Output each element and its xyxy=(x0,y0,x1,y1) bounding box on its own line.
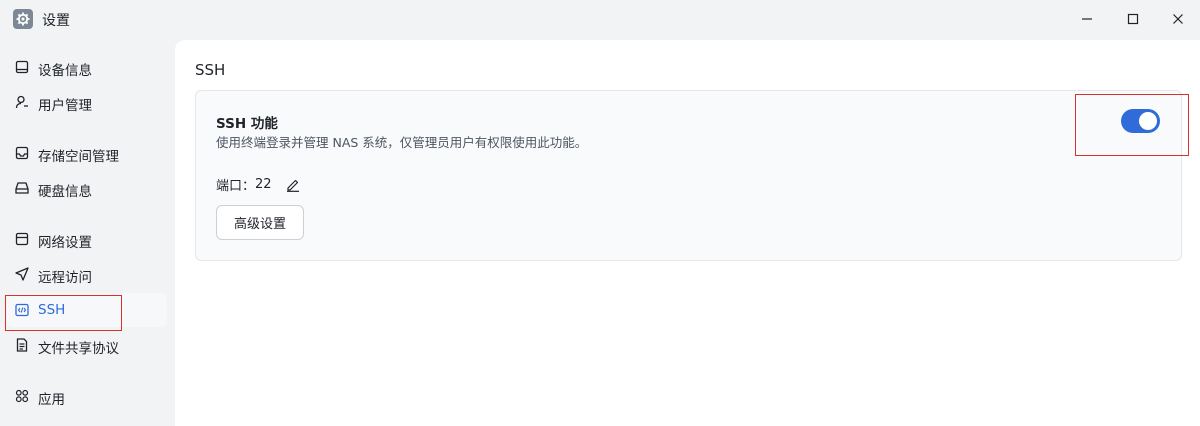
close-icon[interactable] xyxy=(1168,9,1188,29)
sidebar-item-label: 存储空间管理 xyxy=(38,149,119,165)
gear-icon xyxy=(13,9,33,29)
storage-icon xyxy=(15,146,29,160)
document-icon xyxy=(15,338,29,352)
network-icon xyxy=(15,232,29,246)
sidebar-item-network[interactable]: 网络设置 xyxy=(7,222,167,256)
sidebar-item-storage[interactable]: 存储空间管理 xyxy=(7,136,167,170)
sidebar-item-label: 远程访问 xyxy=(38,270,92,286)
sidebar-item-label: 文件共享协议 xyxy=(38,341,119,357)
port-row: 端口： 22 xyxy=(216,175,300,194)
sidebar-item-label: 应用 xyxy=(38,392,65,408)
highlight-box-toggle xyxy=(1075,94,1189,156)
apps-icon xyxy=(15,389,29,403)
maximize-icon[interactable] xyxy=(1123,9,1143,29)
sidebar-item-user-management[interactable]: 用户管理 xyxy=(7,85,167,119)
port-label: 端口： xyxy=(216,179,256,194)
edit-icon[interactable] xyxy=(286,178,300,192)
minimize-icon[interactable] xyxy=(1077,9,1097,29)
sidebar-item-label: 网络设置 xyxy=(38,235,92,251)
sidebar-item-disk-info[interactable]: 硬盘信息 xyxy=(7,171,167,205)
window-title: 设置 xyxy=(42,13,70,29)
disk-icon xyxy=(15,181,29,195)
sidebar-item-label: 用户管理 xyxy=(38,98,92,114)
sidebar-item-remote-access[interactable]: 远程访问 xyxy=(7,257,167,291)
port-value: 22 xyxy=(255,177,272,192)
sidebar-item-label: 硬盘信息 xyxy=(38,184,92,200)
sidebar-item-device-info[interactable]: 设备信息 xyxy=(7,50,167,84)
sidebar-item-file-sharing[interactable]: 文件共享协议 xyxy=(7,328,167,362)
highlight-box-ssh-nav xyxy=(5,295,122,331)
sidebar-item-label: 设备信息 xyxy=(38,63,92,79)
page-title: SSH xyxy=(195,61,226,79)
sidebar: 设备信息 用户管理 存储空间管理 硬盘信息 网络设置 远程访问 SSH 文件共享… xyxy=(0,40,175,426)
user-icon xyxy=(15,95,29,109)
title-bar: 设置 xyxy=(0,0,1200,40)
sidebar-item-apps[interactable]: 应用 xyxy=(7,379,167,413)
monitor-icon xyxy=(15,60,29,74)
main-panel: SSH SSH 功能 使用终端登录并管理 NAS 系统，仅管理员用户有权限使用此… xyxy=(175,40,1200,426)
send-icon xyxy=(15,267,29,281)
advanced-settings-button[interactable]: 高级设置 xyxy=(216,205,304,240)
card-description: 使用终端登录并管理 NAS 系统，仅管理员用户有权限使用此功能。 xyxy=(216,135,588,150)
ssh-settings-card: SSH 功能 使用终端登录并管理 NAS 系统，仅管理员用户有权限使用此功能。 … xyxy=(195,90,1182,261)
card-title: SSH 功能 xyxy=(216,116,278,132)
